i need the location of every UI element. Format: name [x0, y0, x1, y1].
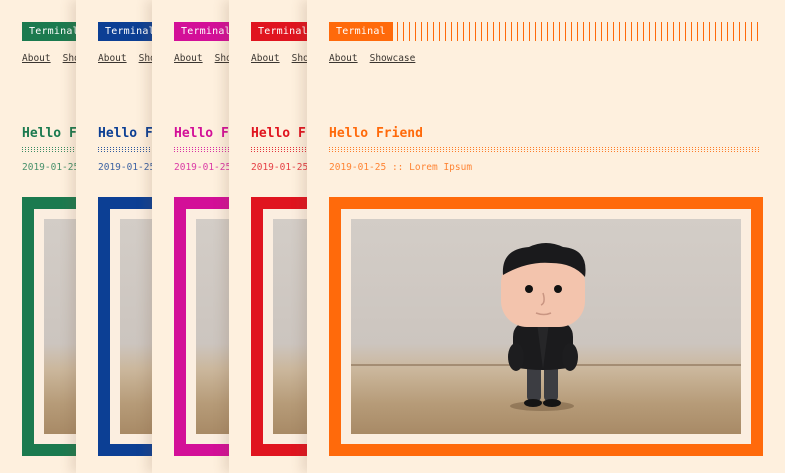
nav-link-showcase[interactable]: Showcase [370, 53, 416, 64]
post-meta: 2019-01-25 [251, 162, 308, 173]
post-cover-frame [329, 197, 763, 456]
title-underline [329, 147, 761, 152]
nav-link-about[interactable]: About [174, 53, 203, 64]
nav-link-about[interactable]: About [251, 53, 280, 64]
post-meta: 2019-01-25 :: Lorem Ipsum [329, 162, 472, 173]
post-date: 2019-01-25 [329, 162, 387, 173]
meta-separator: :: [391, 162, 404, 173]
post-date: 2019-01-25 [22, 162, 80, 173]
funko-figure [501, 243, 586, 411]
post-date: 2019-01-25 [251, 162, 309, 173]
post-meta: 2019-01-25 [174, 162, 231, 173]
logo-dashed-rule [385, 22, 759, 41]
nav-link-about[interactable]: About [329, 53, 358, 64]
theme-preview-orange: Terminal About Showcase Hello Friend 2019… [307, 0, 785, 473]
post-meta: 2019-01-25 [98, 162, 155, 173]
post-meta: 2019-01-25 [22, 162, 79, 173]
funko-figure-photo [351, 219, 741, 434]
nav-link-about[interactable]: About [98, 53, 127, 64]
terminal-logo[interactable]: Terminal [329, 22, 393, 41]
post-date: 2019-01-25 [174, 162, 232, 173]
post-author[interactable]: Lorem Ipsum [409, 162, 472, 173]
post-title[interactable]: Hello Friend [329, 126, 423, 141]
main-nav: About Showcase [329, 53, 427, 64]
nav-link-about[interactable]: About [22, 53, 51, 64]
post-date: 2019-01-25 [98, 162, 156, 173]
terminal-logo[interactable]: Terminal [251, 22, 315, 41]
